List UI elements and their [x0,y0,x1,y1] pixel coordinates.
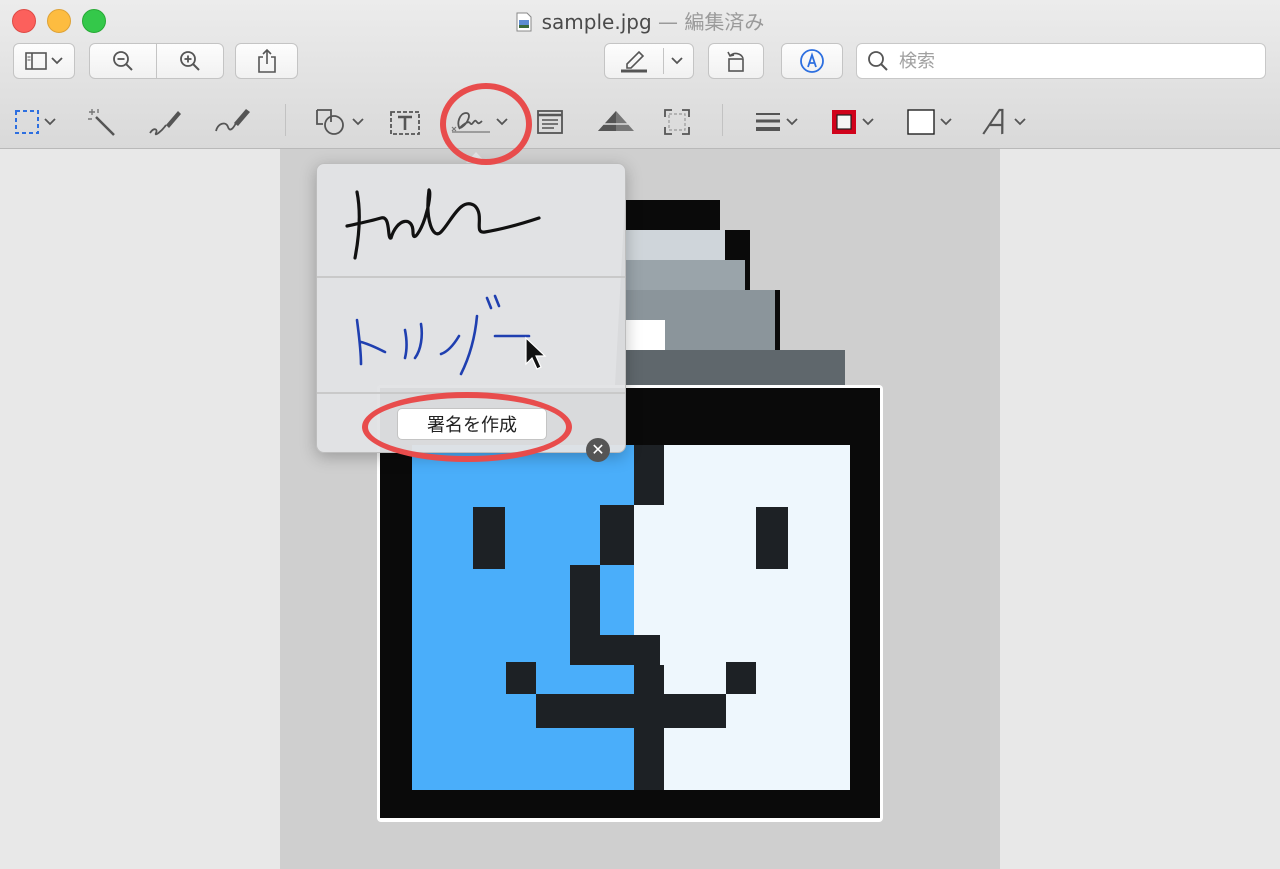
selection-tool[interactable] [14,102,56,142]
fill-color-tool[interactable] [906,102,952,142]
line-style-tool[interactable] [754,102,798,142]
title-bar: sample.jpg — 編集済み [0,0,1280,149]
share-button[interactable] [235,43,298,79]
toolbar-divider [285,104,286,136]
chevron-down-icon [352,118,364,126]
handwritten-signature-blue [355,294,547,376]
text-style-tool[interactable] [982,102,1026,142]
zoom-in-button[interactable] [156,43,224,79]
adjust-color-icon [598,111,634,131]
edited-status: — 編集済み [658,10,765,34]
mouse-cursor [525,336,547,370]
shapes-icon [316,109,344,135]
line-style-icon [756,113,780,131]
adjust-color-tool[interactable] [596,102,636,142]
delete-signature-button[interactable]: ✕ [586,438,610,462]
note-icon [537,110,563,134]
search-field[interactable] [856,43,1266,79]
draw-icon [215,109,250,132]
adjust-size-tool[interactable] [662,102,692,142]
highlighter-icon [621,50,647,73]
border-color-tool[interactable] [830,102,874,142]
handwritten-signature-black [345,188,541,260]
window-filename: sample.jpg [541,10,652,34]
rotate-button[interactable] [708,43,764,79]
text-tool[interactable] [388,102,422,142]
search-input[interactable] [897,49,1241,73]
chevron-down-icon [940,118,952,126]
zoom-in-icon [180,51,200,71]
chevron-down-icon [786,118,798,126]
chevron-down-icon [1014,118,1026,126]
border-color-swatch-icon [832,110,856,134]
window-title: sample.jpg — 編集済み [0,6,1280,35]
sidebar-toggle-button[interactable] [13,43,75,79]
chevron-down-icon [862,118,874,126]
create-signature-highlight [362,392,572,462]
sketch-icon [149,111,181,136]
draw-tool[interactable] [212,102,252,142]
text-box-icon [390,111,420,135]
chevron-down-icon [44,118,56,126]
image-file-icon [516,12,532,32]
markup-pen-icon [800,49,824,73]
rectangular-selection-icon [15,110,39,134]
instant-alpha-tool[interactable] [86,102,118,142]
magic-wand-icon [88,109,115,136]
sign-tool-highlight [440,83,532,165]
resize-icon [664,109,690,135]
sidebar-icon [25,52,47,70]
chevron-down-icon [51,57,63,65]
signature-1[interactable] [317,164,625,276]
search-icon [868,51,888,71]
markup-toolbar-button[interactable] [781,43,843,79]
highlight-button[interactable] [604,43,694,79]
zoom-out-button[interactable] [89,43,157,79]
signature-2[interactable]: ✕ [317,278,625,462]
toolbar-divider [722,104,723,136]
rotate-left-icon [727,51,744,72]
shapes-tool[interactable] [314,102,364,142]
share-icon [257,48,276,73]
text-style-icon [982,108,1004,135]
sketch-tool[interactable] [146,102,182,142]
note-tool[interactable] [536,102,564,142]
fill-color-swatch-icon [907,109,935,135]
zoom-out-icon [113,51,133,71]
preview-window: sample.jpg — 編集済み 検索 ✕ 署名を作成 [0,0,1280,869]
chevron-down-icon[interactable] [671,57,683,65]
